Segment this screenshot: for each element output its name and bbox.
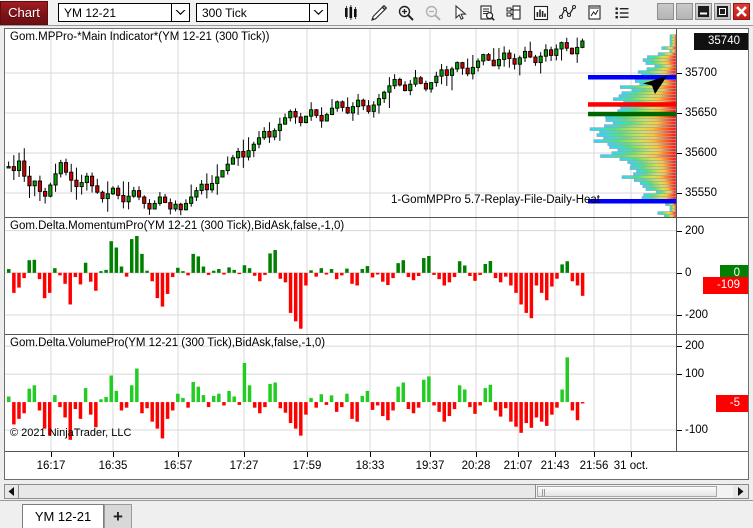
price-y-tick: 35700 <box>677 67 748 80</box>
snapshot-icon[interactable] <box>581 1 608 25</box>
delta-y-tick: -100 <box>677 424 748 437</box>
zoom-in-icon[interactable] <box>392 1 419 25</box>
volume-panel[interactable]: Gom.Delta.VolumePro(YM 12-21 (300 Tick),… <box>5 334 748 451</box>
horizontal-scrollbar[interactable] <box>535 484 749 499</box>
volume-value-badge: -5 <box>715 395 748 413</box>
time-axis-label: 16:57 <box>163 460 193 472</box>
time-tick-mark <box>631 452 632 457</box>
minimize-button[interactable] <box>695 3 712 20</box>
time-axis-label: 16:35 <box>98 460 128 472</box>
momentum-value-badge: -109 <box>702 277 748 295</box>
data-box-icon[interactable] <box>473 1 500 25</box>
price-y-tick: 35550 <box>677 187 748 200</box>
time-tick-mark <box>476 452 477 457</box>
scrollbar-thumb[interactable] <box>537 486 717 497</box>
time-tick-mark <box>430 452 431 457</box>
chevron-down-icon[interactable] <box>171 4 189 21</box>
pencil-icon[interactable] <box>365 1 392 25</box>
price-panel-watermark: 1-GomMPPro 5.7-Replay-File-Daily-Heat <box>391 194 600 206</box>
ninjatrader-chart-window: Chart YM 12-21 300 Tick Gom.MPPro-*Main … <box>0 0 753 528</box>
zoom-out-icon <box>419 1 446 25</box>
time-tick-mark <box>518 452 519 457</box>
time-tick-mark <box>555 452 556 457</box>
scrollbar-grip-icon <box>542 489 547 496</box>
tab-ym-12-21[interactable]: YM 12-21 <box>22 504 104 528</box>
interval-value: 300 Tick <box>202 5 247 20</box>
price-y-tick: 35650 <box>677 107 748 120</box>
top-toolbar: Chart YM 12-21 300 Tick <box>0 0 753 26</box>
price-y-axis[interactable]: 35700 35650 35600 35550 <box>676 29 748 217</box>
panel-icon[interactable] <box>500 1 527 25</box>
bottom-tab-bar: YM 12-21 + <box>0 500 753 528</box>
delta-y-tick: 200 <box>677 340 748 353</box>
time-tick-mark <box>370 452 371 457</box>
momentum-panel[interactable]: Gom.Delta.MomentumPro(YM 12-21 (300 Tick… <box>5 217 748 334</box>
time-axis-label: 21:43 <box>540 460 570 472</box>
scroll-left-button[interactable] <box>4 484 19 499</box>
delta-y-tick: -200 <box>677 309 748 322</box>
volume-y-axis[interactable]: 200 100 -100 <box>676 335 748 451</box>
instrument-value: YM 12-21 <box>64 5 117 20</box>
time-axis-label: 18:33 <box>355 460 385 472</box>
last-price-value: 35740 <box>708 35 740 47</box>
time-axis-label: 17:27 <box>229 460 259 472</box>
time-axis-panel[interactable]: 16:17 16:35 16:57 17:27 17:59 18:33 19:37 20:28… <box>5 451 748 479</box>
add-tab-button[interactable]: + <box>104 504 132 528</box>
time-tick-mark <box>307 452 308 457</box>
time-tick-mark <box>244 452 245 457</box>
bar-chart-icon[interactable] <box>338 1 365 25</box>
price-y-tick: 35600 <box>677 147 748 160</box>
volume-panel-title: Gom.Delta.VolumePro(YM 12-21 (300 Tick),… <box>10 337 326 349</box>
time-axis-label: 19:37 <box>415 460 445 472</box>
time-tick-mark <box>594 452 595 457</box>
time-axis-label: 21:56 <box>579 460 609 472</box>
volume-plot[interactable]: © 2021 NinjaTrader, LLC <box>5 335 676 451</box>
delta-y-tick: 200 <box>677 225 748 238</box>
histogram-icon[interactable] <box>527 1 554 25</box>
window-controls <box>657 3 750 20</box>
close-button[interactable] <box>733 3 750 20</box>
time-axis-label: 21:07 <box>503 460 533 472</box>
instrument-combobox[interactable]: YM 12-21 <box>58 3 190 22</box>
scrollbar-track[interactable] <box>536 485 733 498</box>
line-chart-icon[interactable] <box>554 1 581 25</box>
last-price-badge: 35740 <box>694 33 748 50</box>
price-plot[interactable]: 1-GomMPPro 5.7-Replay-File-Daily-Heat <box>5 29 676 217</box>
time-tick-mark <box>113 452 114 457</box>
momentum-panel-title: Gom.Delta.MomentumPro(YM 12-21 (300 Tick… <box>10 220 345 232</box>
time-axis-label: 31 oct. <box>613 460 649 472</box>
time-axis-label: 16:17 <box>36 460 66 472</box>
time-axis-label: 20:28 <box>461 460 491 472</box>
time-axis-label: 17:59 <box>292 460 322 472</box>
chevron-down-icon-2[interactable] <box>309 4 327 21</box>
copyright-label: © 2021 NinjaTrader, LLC <box>10 427 132 439</box>
time-tick-mark <box>51 452 52 457</box>
pointer-icon[interactable] <box>446 1 473 25</box>
price-chart-render <box>5 29 676 217</box>
interval-combobox[interactable]: 300 Tick <box>196 3 328 22</box>
restore-button-2[interactable] <box>676 3 693 20</box>
time-axis-plot: 16:17 16:35 16:57 17:27 17:59 18:33 19:37 20:28… <box>5 452 748 479</box>
volume-current-value: -5 <box>729 397 740 410</box>
toolbar-icon-group <box>338 1 635 25</box>
chart-menu-button[interactable]: Chart <box>0 0 48 25</box>
momentum-chart-render <box>5 218 676 334</box>
crosshair-pointer-icon <box>643 76 667 94</box>
restore-button[interactable] <box>657 3 674 20</box>
scroll-right-button[interactable] <box>733 485 748 498</box>
list-icon[interactable] <box>608 1 635 25</box>
scrollbar-left-region <box>4 484 535 499</box>
price-panel-title: Gom.MPPro-*Main Indicator*(YM 12-21 (300… <box>10 31 270 43</box>
price-panel[interactable]: Gom.MPPro-*Main Indicator*(YM 12-21 (300… <box>5 29 748 217</box>
time-tick-mark <box>178 452 179 457</box>
maximize-button[interactable] <box>714 3 731 20</box>
delta-y-tick: 100 <box>677 368 748 381</box>
momentum-current-value: -109 <box>716 279 740 292</box>
chart-canvas-area[interactable]: Gom.MPPro-*Main Indicator*(YM 12-21 (300… <box>4 28 749 480</box>
momentum-plot[interactable] <box>5 218 676 334</box>
